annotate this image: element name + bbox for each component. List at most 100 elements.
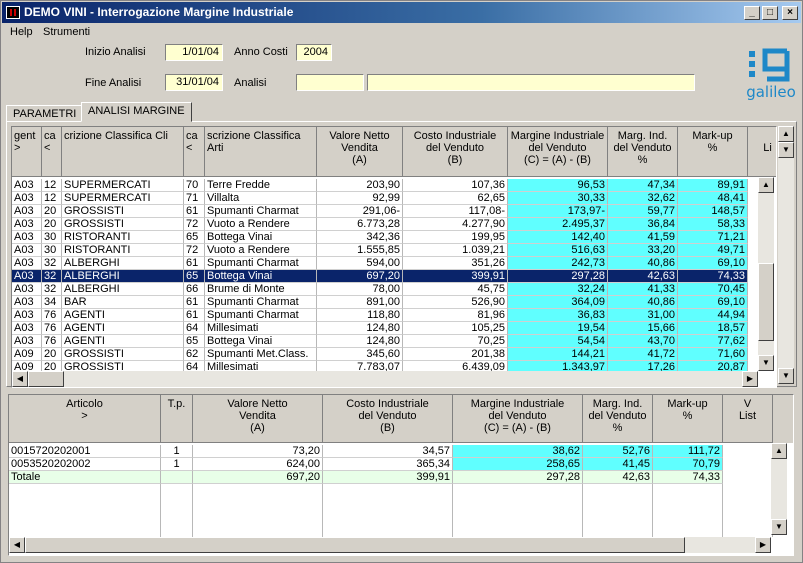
bottom-scroll-right-icon[interactable]: ▶ xyxy=(755,537,771,553)
table-row[interactable]: A03 30 RISTORANTI 72 Vuoto a Rendere 1.555,85… xyxy=(12,244,758,257)
top-header-cell[interactable]: Mark-up % xyxy=(678,127,748,177)
application-window: DEMO VINI - Interrogazione Margine Indus… xyxy=(0,0,803,563)
anno-costi-label: Anno Costi xyxy=(234,46,288,58)
column-line xyxy=(652,484,653,537)
scroll-down-icon[interactable]: ▼ xyxy=(758,355,774,371)
bottom-header-cell[interactable]: V List xyxy=(723,395,773,443)
top-header-cell[interactable]: ca < xyxy=(42,127,62,177)
top-grid-hscroll[interactable]: ◀ ▶ xyxy=(12,371,758,387)
bottom-header-cell[interactable]: Costo Industriale del Venduto (B) xyxy=(323,395,453,443)
table-row[interactable]: A09 20 GROSSISTI 62 Spumanti Met.Class. 345,6… xyxy=(12,348,758,361)
table-cell: 49,71 xyxy=(678,244,748,257)
table-cell: A03 xyxy=(12,283,42,296)
table-row[interactable]: 0015720202001 1 73,20 34,57 38,62 52,76 111,72 xyxy=(9,445,771,458)
table-cell: 41,72 xyxy=(608,348,678,361)
analisi-code-field[interactable] xyxy=(296,74,364,91)
bottom-scroll-up-icon[interactable]: ▲ xyxy=(771,443,787,459)
menu-bar: Help Strumenti xyxy=(2,23,801,42)
bottom-header-cell[interactable]: T.p. xyxy=(161,395,193,443)
table-row[interactable]: A03 30 RISTORANTI 65 Bottega Vinai 342,36 199,… xyxy=(12,231,758,244)
top-header-cell[interactable]: Marg. Ind. del Venduto % xyxy=(608,127,678,177)
table-cell: 70,45 xyxy=(678,283,748,296)
table-cell: ALBERGHI xyxy=(62,257,184,270)
top-header-cell[interactable]: ca < xyxy=(184,127,205,177)
minimize-button[interactable]: _ xyxy=(744,6,760,20)
top-header-cell[interactable]: scrizione Classifica Arti xyxy=(205,127,317,177)
menu-strumenti[interactable]: Strumenti xyxy=(43,26,90,38)
outer-scroll-up-icon[interactable]: ▲ xyxy=(778,126,794,142)
top-header-cell[interactable]: crizione Classifica Cli xyxy=(62,127,184,177)
table-cell: A03 xyxy=(12,205,42,218)
title-bar[interactable]: DEMO VINI - Interrogazione Margine Indus… xyxy=(2,2,801,23)
tab-analisi-margine[interactable]: ANALISI MARGINE xyxy=(81,102,192,122)
bottom-scroll-left-icon[interactable]: ◀ xyxy=(9,537,25,553)
maximize-button[interactable]: □ xyxy=(762,6,778,20)
table-cell: 30 xyxy=(42,231,62,244)
table-row[interactable]: A03 76 AGENTI 61 Spumanti Charmat 118,80 81,96… xyxy=(12,309,758,322)
inizio-analisi-field[interactable]: 1/01/04 xyxy=(165,44,223,61)
table-cell: AGENTI xyxy=(62,335,184,348)
table-cell: Brume di Monte xyxy=(205,283,317,296)
table-cell: A03 xyxy=(12,322,42,335)
bottom-scroll-down-icon[interactable]: ▼ xyxy=(771,519,787,535)
table-row[interactable]: 0053520202002 1 624,00 365,34 258,65 41,45 70,… xyxy=(9,458,771,471)
table-cell: 54,54 xyxy=(508,335,608,348)
table-row[interactable]: A03 20 GROSSISTI 61 Spumanti Charmat 291,06- 1… xyxy=(12,205,758,218)
table-row[interactable]: A03 34 BAR 61 Spumanti Charmat 891,00 526,90 36… xyxy=(12,296,758,309)
bottom-header-cell[interactable]: Mark-up % xyxy=(653,395,723,443)
anno-costi-field[interactable]: 2004 xyxy=(296,44,332,61)
bottom-grid-hscroll[interactable]: ◀ ▶ xyxy=(9,537,771,553)
table-cell: 41,59 xyxy=(608,231,678,244)
analisi-description-field[interactable] xyxy=(367,74,695,91)
menu-help[interactable]: Help xyxy=(10,26,33,38)
scroll-right-icon[interactable]: ▶ xyxy=(742,371,758,387)
top-header-cell[interactable]: Margine Industriale del Venduto (C) = (A… xyxy=(508,127,608,177)
bottom-header-cell[interactable]: Margine Industriale del Venduto (C) = (A… xyxy=(453,395,583,443)
tab-parametri[interactable]: PARAMETRI xyxy=(6,105,84,122)
table-cell: 44,94 xyxy=(678,309,748,322)
table-cell: 516,63 xyxy=(508,244,608,257)
table-row[interactable]: A03 12 SUPERMERCATI 71 Villalta 92,99 62,65 30,… xyxy=(12,192,758,205)
table-cell: 111,72 xyxy=(653,445,723,458)
table-row[interactable]: A03 76 AGENTI 65 Bottega Vinai 124,80 70,25 54,… xyxy=(12,335,758,348)
analisi-margine-panel: gent > ca < crizione Classifica Cli ca < scr… xyxy=(6,121,797,388)
table-cell: 399,91 xyxy=(323,471,453,484)
table-cell: 697,20 xyxy=(193,471,323,484)
top-header-cell[interactable]: gent > xyxy=(12,127,42,177)
top-grid-vscroll[interactable]: ▲ ▼ xyxy=(758,177,774,371)
table-cell: 0015720202001 xyxy=(9,445,161,458)
bottom-header-cell[interactable]: Valore Netto Vendita (A) xyxy=(193,395,323,443)
table-cell: 12 xyxy=(42,179,62,192)
outer-scroll-up2-icon[interactable]: ▼ xyxy=(778,142,794,158)
table-cell: A03 xyxy=(12,179,42,192)
top-header-cell[interactable]: Li xyxy=(748,127,776,177)
hscroll-thumb[interactable] xyxy=(28,371,64,387)
table-row[interactable]: A03 76 AGENTI 64 Millesimati 124,80 105,25 19,5… xyxy=(12,322,758,335)
table-cell: GROSSISTI xyxy=(62,205,184,218)
table-row[interactable]: A03 32 ALBERGHI 66 Brume di Monte 78,00 45,75 3… xyxy=(12,283,758,296)
bottom-header-cell[interactable]: Marg. Ind. del Venduto % xyxy=(583,395,653,443)
table-cell: 144,21 xyxy=(508,348,608,361)
table-cell xyxy=(161,471,193,484)
bottom-header-cell[interactable]: Articolo > xyxy=(9,395,161,443)
selected-table-row[interactable]: A03 32 ALBERGHI 65 Bottega Vinai 697,20 399,91… xyxy=(12,270,758,283)
top-header-cell[interactable]: Costo Industriale del Venduto (B) xyxy=(403,127,508,177)
table-row[interactable]: A03 20 GROSSISTI 72 Vuoto a Rendere 6.773,28 4… xyxy=(12,218,758,231)
scroll-left-icon[interactable]: ◀ xyxy=(12,371,28,387)
column-line xyxy=(722,484,723,537)
close-button[interactable]: × xyxy=(782,6,798,20)
table-cell: 6.773,28 xyxy=(317,218,403,231)
top-grid-outer-scroll[interactable]: ▲ ▼ ▼ xyxy=(778,126,794,384)
table-cell: Spumanti Charmat xyxy=(205,257,317,270)
top-header-cell[interactable]: Valore Netto Vendita (A) xyxy=(317,127,403,177)
outer-scroll-down-icon[interactable]: ▼ xyxy=(778,368,794,384)
table-cell: 62 xyxy=(184,348,205,361)
table-row[interactable]: A03 32 ALBERGHI 61 Spumanti Charmat 594,00 351… xyxy=(12,257,758,270)
scroll-thumb[interactable] xyxy=(758,263,774,341)
fine-analisi-field[interactable]: 31/01/04 xyxy=(165,74,223,91)
table-cell: 70 xyxy=(184,179,205,192)
scroll-up-icon[interactable]: ▲ xyxy=(758,177,774,193)
table-row[interactable]: A03 12 SUPERMERCATI 70 Terre Fredde 203,90 107… xyxy=(12,179,758,192)
bottom-grid-vscroll[interactable]: ▲ ▼ xyxy=(771,443,787,535)
bottom-hscroll-thumb[interactable] xyxy=(25,537,685,553)
